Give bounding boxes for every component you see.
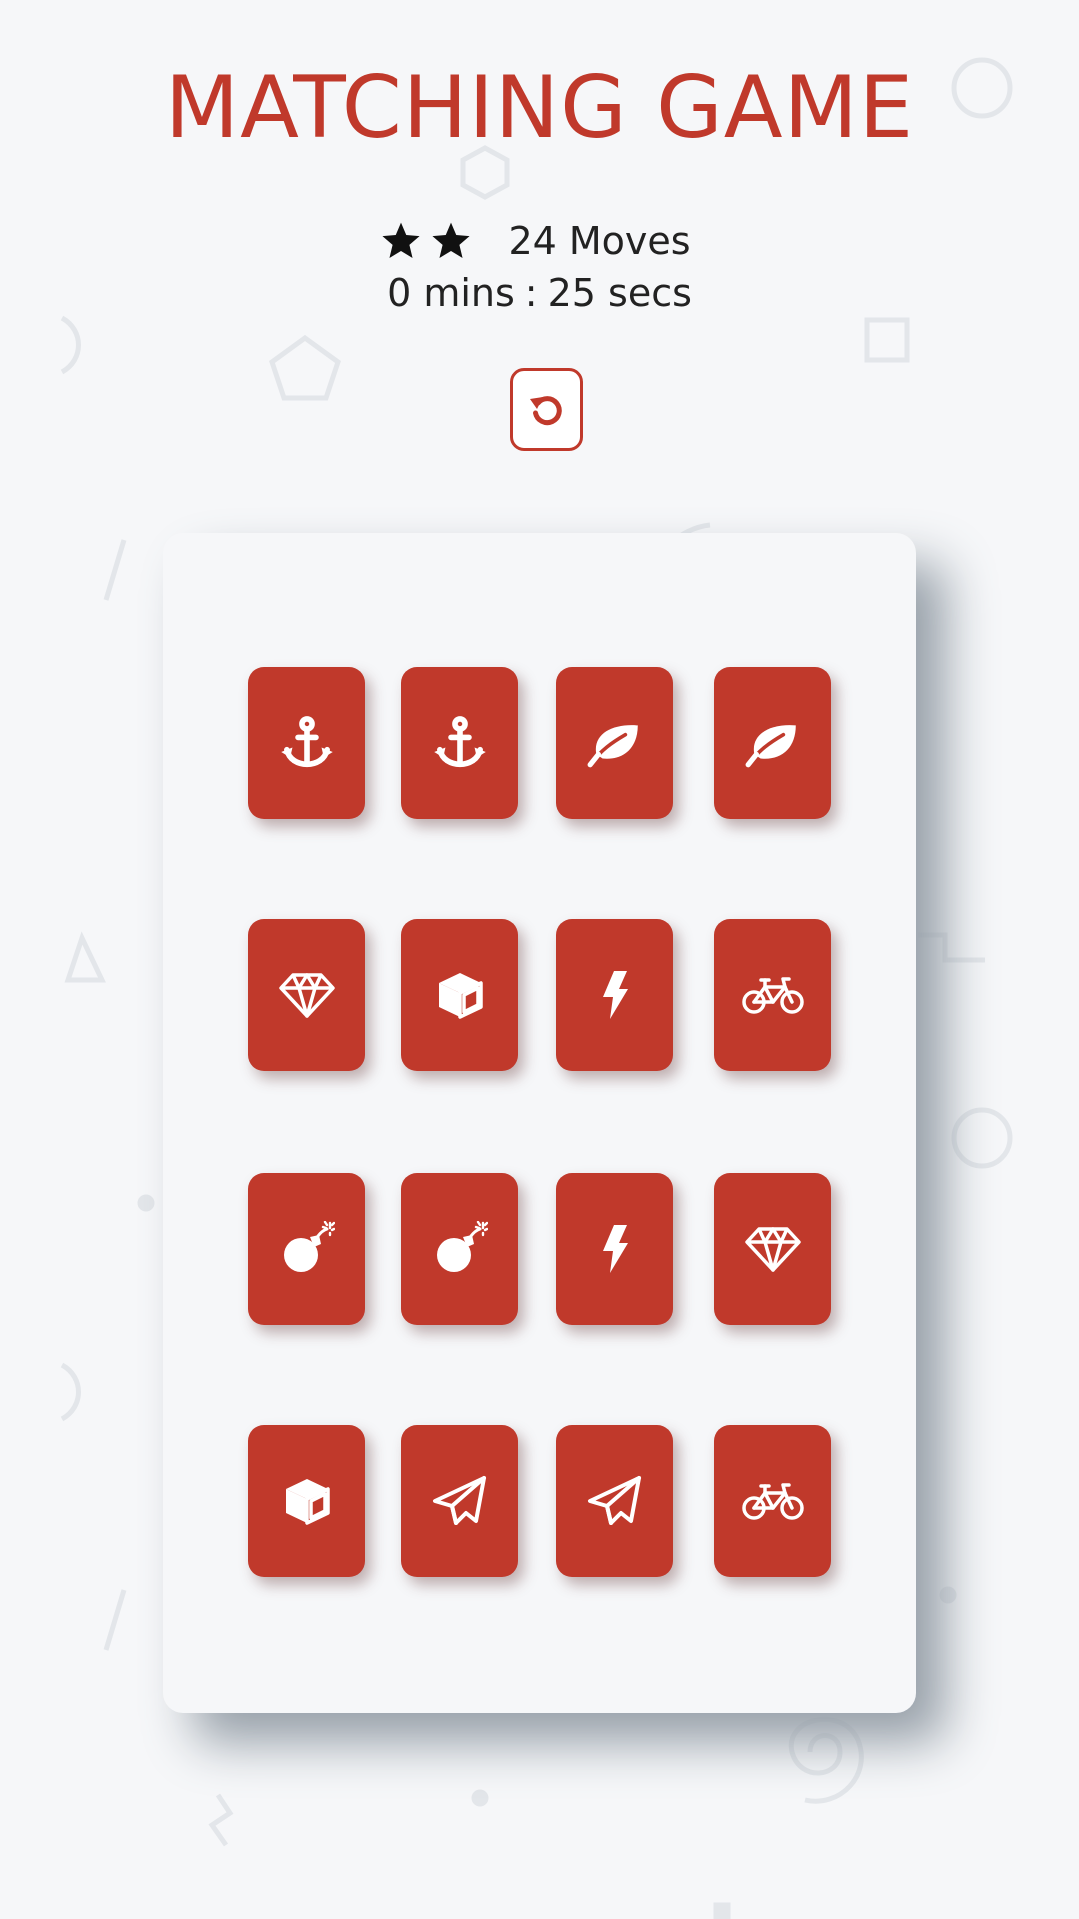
score-row: 24 Moves xyxy=(0,215,1079,267)
game-board xyxy=(163,533,916,1713)
restart-button[interactable] xyxy=(510,368,583,451)
star-icon xyxy=(380,220,422,262)
card-anchor[interactable] xyxy=(248,667,365,819)
bicycle-icon xyxy=(741,1480,805,1522)
moves-count: 24 xyxy=(508,219,557,263)
diamond-icon xyxy=(744,1225,801,1273)
star-icon xyxy=(430,220,472,262)
star-rating xyxy=(380,220,472,262)
cube-icon xyxy=(283,1476,331,1526)
bolt-icon xyxy=(600,1223,630,1275)
restart-icon xyxy=(529,395,562,425)
bomb-icon xyxy=(279,1221,335,1277)
anchor-icon xyxy=(432,715,488,771)
card-paper-plane[interactable] xyxy=(401,1425,518,1577)
card-bicycle[interactable] xyxy=(714,919,831,1071)
card-paper-plane[interactable] xyxy=(556,1425,673,1577)
card-leaf[interactable] xyxy=(714,667,831,819)
leaf-icon xyxy=(744,718,802,768)
timer-seconds: 25 secs xyxy=(547,271,692,315)
card-bomb[interactable] xyxy=(248,1173,365,1325)
card-diamond[interactable] xyxy=(714,1173,831,1325)
card-anchor[interactable] xyxy=(401,667,518,819)
leaf-icon xyxy=(586,718,644,768)
paper-plane-icon xyxy=(587,1475,643,1527)
card-bicycle[interactable] xyxy=(714,1425,831,1577)
cube-icon xyxy=(436,970,484,1020)
card-bomb[interactable] xyxy=(401,1173,518,1325)
score-panel: 24 Moves 0 mins : 25 secs xyxy=(0,215,1079,319)
timer-minutes: 0 mins xyxy=(387,271,515,315)
timer: 0 mins : 25 secs xyxy=(0,267,1079,319)
moves-counter: 24 Moves xyxy=(508,219,690,263)
card-cube[interactable] xyxy=(248,1425,365,1577)
bomb-icon xyxy=(432,1221,488,1277)
card-leaf[interactable] xyxy=(556,667,673,819)
bicycle-icon xyxy=(741,974,805,1016)
game-title: MATCHING GAME xyxy=(164,58,915,158)
card-cube[interactable] xyxy=(401,919,518,1071)
card-bolt[interactable] xyxy=(556,1173,673,1325)
card-bolt[interactable] xyxy=(556,919,673,1071)
diamond-icon xyxy=(278,971,335,1019)
bolt-icon xyxy=(600,969,630,1021)
paper-plane-icon xyxy=(432,1475,488,1527)
anchor-icon xyxy=(279,715,335,771)
moves-label: Moves xyxy=(568,219,691,263)
timer-separator: : xyxy=(524,271,538,315)
card-diamond[interactable] xyxy=(248,919,365,1071)
